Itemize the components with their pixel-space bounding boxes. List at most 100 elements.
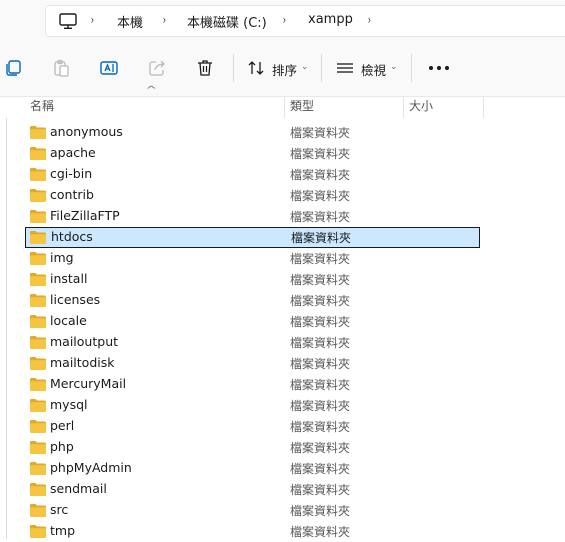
file-row[interactable]: MercuryMail 檔案資料夾 xyxy=(25,374,480,395)
paste-icon[interactable] xyxy=(51,58,71,78)
address-bar[interactable]: › 本機 › 本機磁碟 (C:) › xampp › xyxy=(45,5,565,37)
breadcrumb-local-disk-c[interactable]: 本機磁碟 (C:) xyxy=(187,12,267,31)
file-name[interactable]: cgi-bin xyxy=(50,166,92,181)
breadcrumb-xampp[interactable]: xampp xyxy=(308,12,353,27)
file-type: 檔案資料夾 xyxy=(290,441,351,455)
file-name[interactable]: mailtodisk xyxy=(50,355,115,370)
file-name[interactable]: src xyxy=(50,502,68,517)
file-type: 檔案資料夾 xyxy=(290,504,351,518)
column-divider[interactable] xyxy=(403,96,404,118)
more-options-icon[interactable] xyxy=(429,66,449,70)
folder-icon xyxy=(30,504,46,517)
breadcrumb-this-pc[interactable]: 本機 xyxy=(117,12,143,31)
file-name[interactable]: MercuryMail xyxy=(50,376,126,391)
file-type: 檔案資料夾 xyxy=(290,357,351,371)
chevron-down-icon[interactable]: ⌄ xyxy=(301,62,309,72)
file-name[interactable]: anonymous xyxy=(50,124,123,139)
column-size-header[interactable]: 大小 xyxy=(409,97,433,114)
toolbar-divider xyxy=(233,54,234,82)
file-name[interactable]: locale xyxy=(50,313,87,328)
file-type: 檔案資料夾 xyxy=(290,273,351,287)
folder-icon xyxy=(30,462,46,475)
file-type: 檔案資料夾 xyxy=(290,483,351,497)
file-name[interactable]: licenses xyxy=(50,292,100,307)
chevron-down-icon[interactable]: ⌄ xyxy=(390,62,398,72)
toolbar-divider xyxy=(321,54,322,82)
file-name[interactable]: contrib xyxy=(50,187,94,202)
file-type: 檔案資料夾 xyxy=(290,378,351,392)
column-divider[interactable] xyxy=(284,96,285,118)
file-type: 檔案資料夾 xyxy=(290,252,351,266)
this-pc-icon[interactable] xyxy=(58,11,78,31)
file-row[interactable]: img 檔案資料夾 xyxy=(25,248,480,269)
file-row[interactable]: src 檔案資料夾 xyxy=(25,500,480,521)
file-name[interactable]: mysql xyxy=(50,397,88,412)
column-header: ^ 名稱 類型 大小 xyxy=(0,85,565,118)
folder-icon xyxy=(30,315,46,328)
file-row[interactable]: mailtodisk 檔案資料夾 xyxy=(25,353,480,374)
file-type: 檔案資料夾 xyxy=(290,294,351,308)
copy-icon[interactable] xyxy=(3,58,23,78)
sort-icon[interactable] xyxy=(246,58,266,78)
sort-ascending-icon: ^ xyxy=(145,85,158,96)
file-row[interactable]: licenses 檔案資料夾 xyxy=(25,290,480,311)
view-button[interactable]: 檢視 xyxy=(361,60,386,79)
file-name[interactable]: perl xyxy=(50,418,74,433)
file-row[interactable]: apache 檔案資料夾 xyxy=(25,143,480,164)
file-name[interactable]: htdocs xyxy=(51,229,93,244)
folder-icon xyxy=(30,525,46,538)
rename-icon[interactable] xyxy=(99,58,119,78)
file-name[interactable]: img xyxy=(50,250,74,265)
file-type: 檔案資料夾 xyxy=(290,399,351,413)
file-type: 檔案資料夾 xyxy=(290,336,351,350)
sort-button[interactable]: 排序 xyxy=(272,60,297,79)
file-row[interactable]: cgi-bin 檔案資料夾 xyxy=(25,164,480,185)
file-type: 檔案資料夾 xyxy=(290,210,351,224)
breadcrumb-chevron-icon[interactable]: › xyxy=(91,13,94,27)
folder-icon xyxy=(30,357,46,370)
file-row[interactable]: FileZillaFTP 檔案資料夾 xyxy=(25,206,480,227)
folder-icon xyxy=(30,168,46,181)
file-row[interactable]: perl 檔案資料夾 xyxy=(25,416,480,437)
folder-icon xyxy=(30,336,46,349)
file-row[interactable]: mysql 檔案資料夾 xyxy=(25,395,480,416)
file-type: 檔案資料夾 xyxy=(291,231,352,245)
file-type: 檔案資料夾 xyxy=(290,525,351,539)
file-type: 檔案資料夾 xyxy=(290,420,351,434)
folder-icon xyxy=(30,210,46,223)
file-name[interactable]: mailoutput xyxy=(50,334,118,349)
folder-icon xyxy=(30,147,46,160)
file-name[interactable]: FileZillaFTP xyxy=(50,208,120,223)
view-icon[interactable] xyxy=(335,58,355,78)
share-icon[interactable] xyxy=(147,58,167,78)
file-row[interactable]: mailoutput 檔案資料夾 xyxy=(25,332,480,353)
file-type: 檔案資料夾 xyxy=(290,315,351,329)
file-row[interactable]: contrib 檔案資料夾 xyxy=(25,185,480,206)
command-bar: 排序 ⌄ 檢視 ⌄ xyxy=(0,40,565,97)
column-name-header[interactable]: 名稱 xyxy=(30,97,54,114)
file-name[interactable]: install xyxy=(50,271,87,286)
file-row[interactable]: sendmail 檔案資料夾 xyxy=(25,479,480,500)
folder-icon xyxy=(30,126,46,139)
file-row[interactable]: phpMyAdmin 檔案資料夾 xyxy=(25,458,480,479)
column-divider[interactable] xyxy=(483,96,484,118)
column-type-header[interactable]: 類型 xyxy=(290,97,314,114)
breadcrumb-chevron-icon[interactable]: › xyxy=(283,13,286,27)
file-name[interactable]: phpMyAdmin xyxy=(50,460,132,475)
file-row[interactable]: anonymous 檔案資料夾 xyxy=(25,122,480,143)
breadcrumb-chevron-icon[interactable]: › xyxy=(368,13,371,27)
delete-icon[interactable] xyxy=(195,58,215,78)
file-name[interactable]: apache xyxy=(50,145,96,160)
folder-icon xyxy=(30,273,46,286)
file-name[interactable]: sendmail xyxy=(50,481,107,496)
file-row[interactable]: locale 檔案資料夾 xyxy=(25,311,480,332)
file-name[interactable]: tmp xyxy=(50,523,75,538)
file-row[interactable]: htdocs 檔案資料夾 xyxy=(25,227,480,248)
folder-icon xyxy=(30,483,46,496)
folder-icon xyxy=(30,441,46,454)
file-row[interactable]: php 檔案資料夾 xyxy=(25,437,480,458)
file-name[interactable]: php xyxy=(50,439,74,454)
breadcrumb-chevron-icon[interactable]: › xyxy=(163,13,166,27)
file-type: 檔案資料夾 xyxy=(290,168,351,182)
file-row[interactable]: install 檔案資料夾 xyxy=(25,269,480,290)
